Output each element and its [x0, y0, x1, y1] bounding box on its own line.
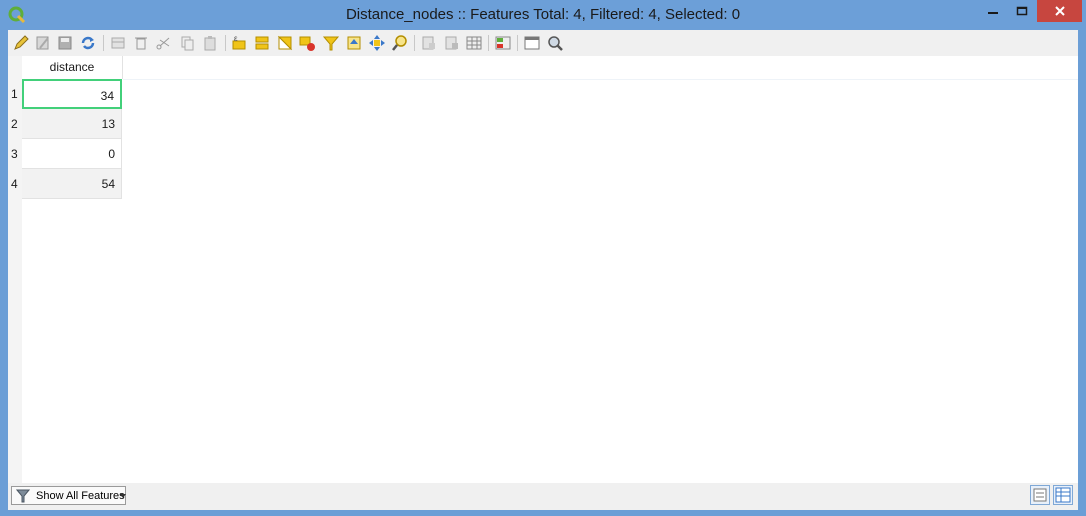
chevron-down-icon: [120, 494, 126, 498]
toolbar: ε: [8, 30, 1078, 56]
svg-text:ε: ε: [234, 34, 238, 43]
status-bar: Show All Features: [8, 483, 1078, 510]
multi-edit-icon[interactable]: [34, 34, 52, 52]
field-calculator-icon[interactable]: [465, 34, 483, 52]
move-selection-to-top-icon[interactable]: [345, 34, 363, 52]
filter-label: Show All Features: [36, 490, 125, 502]
row-header-4[interactable]: 4: [8, 169, 22, 199]
new-field-icon[interactable]: [420, 34, 438, 52]
close-icon: [1054, 6, 1065, 16]
reload-icon[interactable]: [79, 34, 97, 52]
table-corner[interactable]: [8, 56, 22, 79]
table-view-button[interactable]: [1053, 485, 1073, 505]
pan-to-selected-icon[interactable]: [368, 34, 386, 52]
form-view-button[interactable]: [1030, 485, 1050, 505]
delete-feature-icon[interactable]: [132, 34, 150, 52]
table-cell[interactable]: 54: [22, 169, 122, 199]
cut-icon[interactable]: [154, 34, 172, 52]
filter-select-icon[interactable]: [322, 34, 340, 52]
deselect-all-icon[interactable]: [298, 34, 316, 52]
dock-table-icon[interactable]: [523, 34, 541, 52]
row-header-3[interactable]: 3: [8, 139, 22, 169]
row-header-1[interactable]: 1: [8, 79, 22, 109]
conditional-formatting-icon[interactable]: [494, 34, 512, 52]
paste-icon[interactable]: [201, 34, 219, 52]
row-header-2[interactable]: 2: [8, 109, 22, 139]
delete-field-icon[interactable]: [443, 34, 461, 52]
table-view-icon: [1055, 487, 1071, 503]
show-all-features-button[interactable]: Show All Features: [11, 486, 126, 505]
table-cell[interactable]: 13: [22, 109, 122, 139]
header-filler: [123, 56, 1078, 80]
maximize-icon: [1016, 6, 1028, 16]
add-feature-icon[interactable]: [109, 34, 127, 52]
form-view-icon: [1033, 488, 1047, 502]
actions-icon[interactable]: [546, 34, 564, 52]
attribute-table: distance 1 34 2 13 3 0 4 54: [8, 56, 1078, 483]
filter-icon: [16, 489, 30, 503]
close-button[interactable]: [1037, 0, 1082, 22]
window-title: Distance_nodes :: Features Total: 4, Fil…: [345, 6, 741, 23]
select-by-expression-icon[interactable]: ε: [230, 34, 248, 52]
minimize-icon: [988, 12, 998, 14]
select-all-icon[interactable]: [253, 34, 271, 52]
save-edits-icon[interactable]: [56, 34, 74, 52]
zoom-to-selected-icon[interactable]: [391, 34, 409, 52]
table-cell[interactable]: 34: [22, 79, 122, 109]
column-header-distance[interactable]: distance: [22, 56, 123, 79]
toggle-editing-icon[interactable]: [12, 34, 30, 52]
invert-selection-icon[interactable]: [276, 34, 294, 52]
copy-icon[interactable]: [178, 34, 196, 52]
maximize-button[interactable]: [1005, 0, 1039, 22]
title-bar: Distance_nodes :: Features Total: 4, Fil…: [0, 0, 1086, 30]
table-cell[interactable]: 0: [22, 139, 122, 169]
